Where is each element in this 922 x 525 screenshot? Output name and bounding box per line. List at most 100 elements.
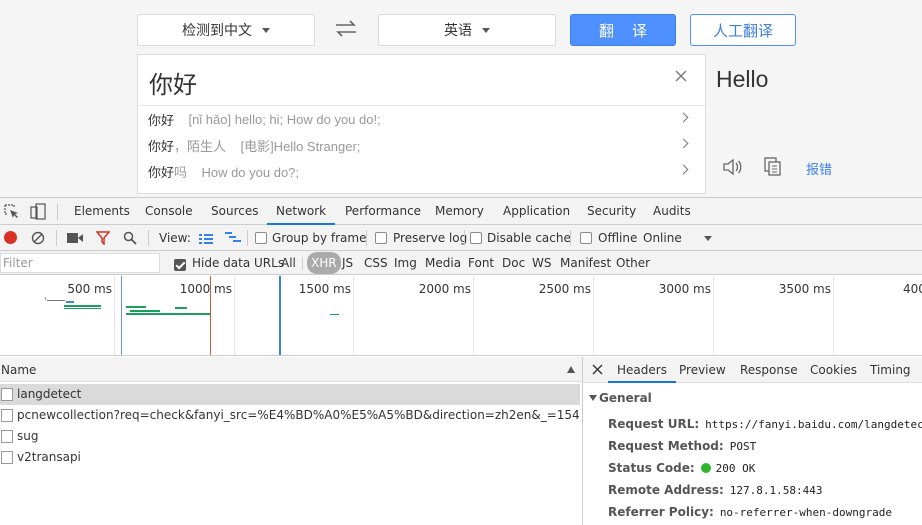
tab-memory[interactable]: Memory xyxy=(426,198,493,225)
chevron-down-icon xyxy=(482,27,490,33)
disable-cache-checkbox[interactable] xyxy=(470,232,482,244)
name-column-header[interactable]: Name xyxy=(1,363,36,377)
filter-type-xhr[interactable]: XHR xyxy=(307,252,341,274)
tab-performance[interactable]: Performance xyxy=(336,198,430,225)
filter-input[interactable]: Filter xyxy=(0,253,160,273)
filter-type-css[interactable]: CSS xyxy=(361,252,391,274)
group-by-frame-checkbox[interactable] xyxy=(255,232,267,244)
tab-application[interactable]: Application xyxy=(494,198,579,225)
filter-type-other[interactable]: Other xyxy=(613,252,653,274)
offline-checkbox[interactable] xyxy=(580,232,592,244)
target-language-select[interactable]: 英语 xyxy=(378,14,556,46)
source-language-select[interactable]: 检测到中文 xyxy=(137,14,315,46)
filter-type-font[interactable]: Font xyxy=(465,252,497,274)
translate-button[interactable]: 翻译 xyxy=(570,14,676,46)
suggestion-word: 你好 xyxy=(148,164,175,180)
network-overview[interactable]: 500 ms 1000 ms 1500 ms 2000 ms 2500 ms 3… xyxy=(0,276,922,356)
general-section-title[interactable]: General xyxy=(599,391,652,405)
tab-sources[interactable]: Sources xyxy=(202,198,267,225)
filter-type-manifest[interactable]: Manifest xyxy=(557,252,614,274)
table-row[interactable]: sug xyxy=(0,426,580,447)
source-input-box[interactable]: 你好 你好 [nǐ hǎo] hello; hi; How do you do!… xyxy=(137,54,706,194)
tab-security[interactable]: Security xyxy=(578,198,645,225)
status-code-value: 200 OK xyxy=(715,462,756,475)
overview-tick-label: 2000 ms xyxy=(418,282,471,296)
overview-tick-label: 2500 ms xyxy=(538,282,591,296)
table-row[interactable]: langdetect xyxy=(0,384,580,405)
tab-elements[interactable]: Elements xyxy=(65,198,139,225)
large-rows-icon[interactable] xyxy=(199,233,213,244)
sort-ascending-icon[interactable] xyxy=(567,366,575,373)
clear-icon[interactable] xyxy=(31,231,45,245)
request-name: sug xyxy=(17,429,39,443)
tab-timing[interactable]: Timing xyxy=(861,357,920,383)
filter-icon[interactable] xyxy=(95,231,111,246)
referrer-policy-row: Referrer Policy: no-referrer-when-downgra… xyxy=(608,505,892,519)
suggestion-item[interactable]: 你好 [nǐ hǎo] hello; hi; How do you do!; xyxy=(138,106,705,132)
network-toolbar: View: Group by frame Preserve log Disabl… xyxy=(0,225,922,251)
camera-icon[interactable] xyxy=(67,232,83,244)
table-row[interactable]: v2transapi xyxy=(0,447,580,468)
suggestion-detail: 吗 How do you do?; xyxy=(174,164,300,180)
tab-preview[interactable]: Preview xyxy=(670,357,735,383)
tab-console[interactable]: Console xyxy=(136,198,202,225)
chevron-right-icon xyxy=(678,164,689,175)
group-by-frame-label: Group by frame xyxy=(272,231,367,245)
device-toolbar-icon[interactable] xyxy=(30,203,46,220)
table-row[interactable]: pcnewcollection?req=check&fanyi_src=%E4%… xyxy=(0,405,580,426)
suggestion-item[interactable]: 你好 吗 How do you do?; xyxy=(138,158,705,184)
source-input-text[interactable]: 你好 xyxy=(149,65,197,100)
suggestion-item[interactable]: 你好 ，陌生人 [电影]Hello Stranger; xyxy=(138,132,705,158)
filter-type-js[interactable]: JS xyxy=(339,252,356,274)
suggestion-word: 你好 xyxy=(148,112,175,128)
request-icon xyxy=(1,451,13,464)
filter-type-img[interactable]: Img xyxy=(391,252,420,274)
suggestion-detail: ，陌生人 [电影]Hello Stranger; xyxy=(174,138,361,154)
request-method-key: Request Method: xyxy=(608,439,724,453)
suggestion-detail: [nǐ hǎo] hello; hi; How do you do!; xyxy=(188,111,381,127)
filter-type-ws[interactable]: WS xyxy=(529,252,554,274)
preserve-log-checkbox[interactable] xyxy=(375,232,387,244)
expand-triangle-icon[interactable] xyxy=(589,395,597,401)
hide-data-urls-checkbox[interactable] xyxy=(174,258,186,271)
target-language-label: 英语 xyxy=(444,22,472,38)
chevron-right-icon xyxy=(678,112,689,123)
table-header: Name xyxy=(0,357,582,382)
swap-arrows-icon[interactable] xyxy=(334,18,358,40)
remote-address-row: Remote Address: 127.8.1.58:443 xyxy=(608,483,823,497)
close-icon[interactable] xyxy=(592,364,603,375)
report-error-link[interactable]: 报错 xyxy=(806,159,832,178)
request-url-value: https://fanyi.baidu.com/langdetect xyxy=(705,418,922,431)
waterfall-icon[interactable] xyxy=(225,232,242,244)
suggestion-word: 你好 xyxy=(148,138,175,154)
filter-type-doc[interactable]: Doc xyxy=(499,252,528,274)
search-icon[interactable] xyxy=(123,231,137,245)
hide-data-urls-label: Hide data URLs xyxy=(192,256,285,270)
filter-type-media[interactable]: Media xyxy=(422,252,464,274)
human-translate-button[interactable]: 人工翻译 xyxy=(690,14,796,46)
copy-icon[interactable] xyxy=(764,157,782,177)
chevron-down-icon[interactable] xyxy=(704,236,712,241)
tab-headers[interactable]: Headers xyxy=(608,357,676,383)
remote-address-key: Remote Address: xyxy=(608,483,724,497)
throttling-select[interactable]: Online xyxy=(643,231,682,245)
tab-response[interactable]: Response xyxy=(731,357,807,383)
request-icon xyxy=(1,388,13,401)
tab-network[interactable]: Network xyxy=(267,198,336,225)
inspect-element-icon[interactable] xyxy=(4,204,20,220)
requests-table: Name langdetect pcnewcollection?req=chec… xyxy=(0,357,583,525)
referrer-policy-key: Referrer Policy: xyxy=(608,505,714,519)
close-icon[interactable] xyxy=(674,69,688,83)
record-icon[interactable] xyxy=(4,231,17,244)
overview-tick-label: 3000 ms xyxy=(658,282,711,296)
request-name: v2transapi xyxy=(17,450,81,464)
speaker-icon[interactable] xyxy=(722,157,744,177)
overview-tick-label: 500 ms xyxy=(67,282,112,296)
filter-type-all[interactable]: All xyxy=(278,252,299,274)
request-icon xyxy=(1,409,13,422)
request-icon xyxy=(1,430,13,443)
overview-tick-label: 1000 ms xyxy=(179,282,232,296)
chevron-right-icon xyxy=(678,138,689,149)
tab-cookies[interactable]: Cookies xyxy=(801,357,866,383)
tab-audits[interactable]: Audits xyxy=(644,198,700,225)
